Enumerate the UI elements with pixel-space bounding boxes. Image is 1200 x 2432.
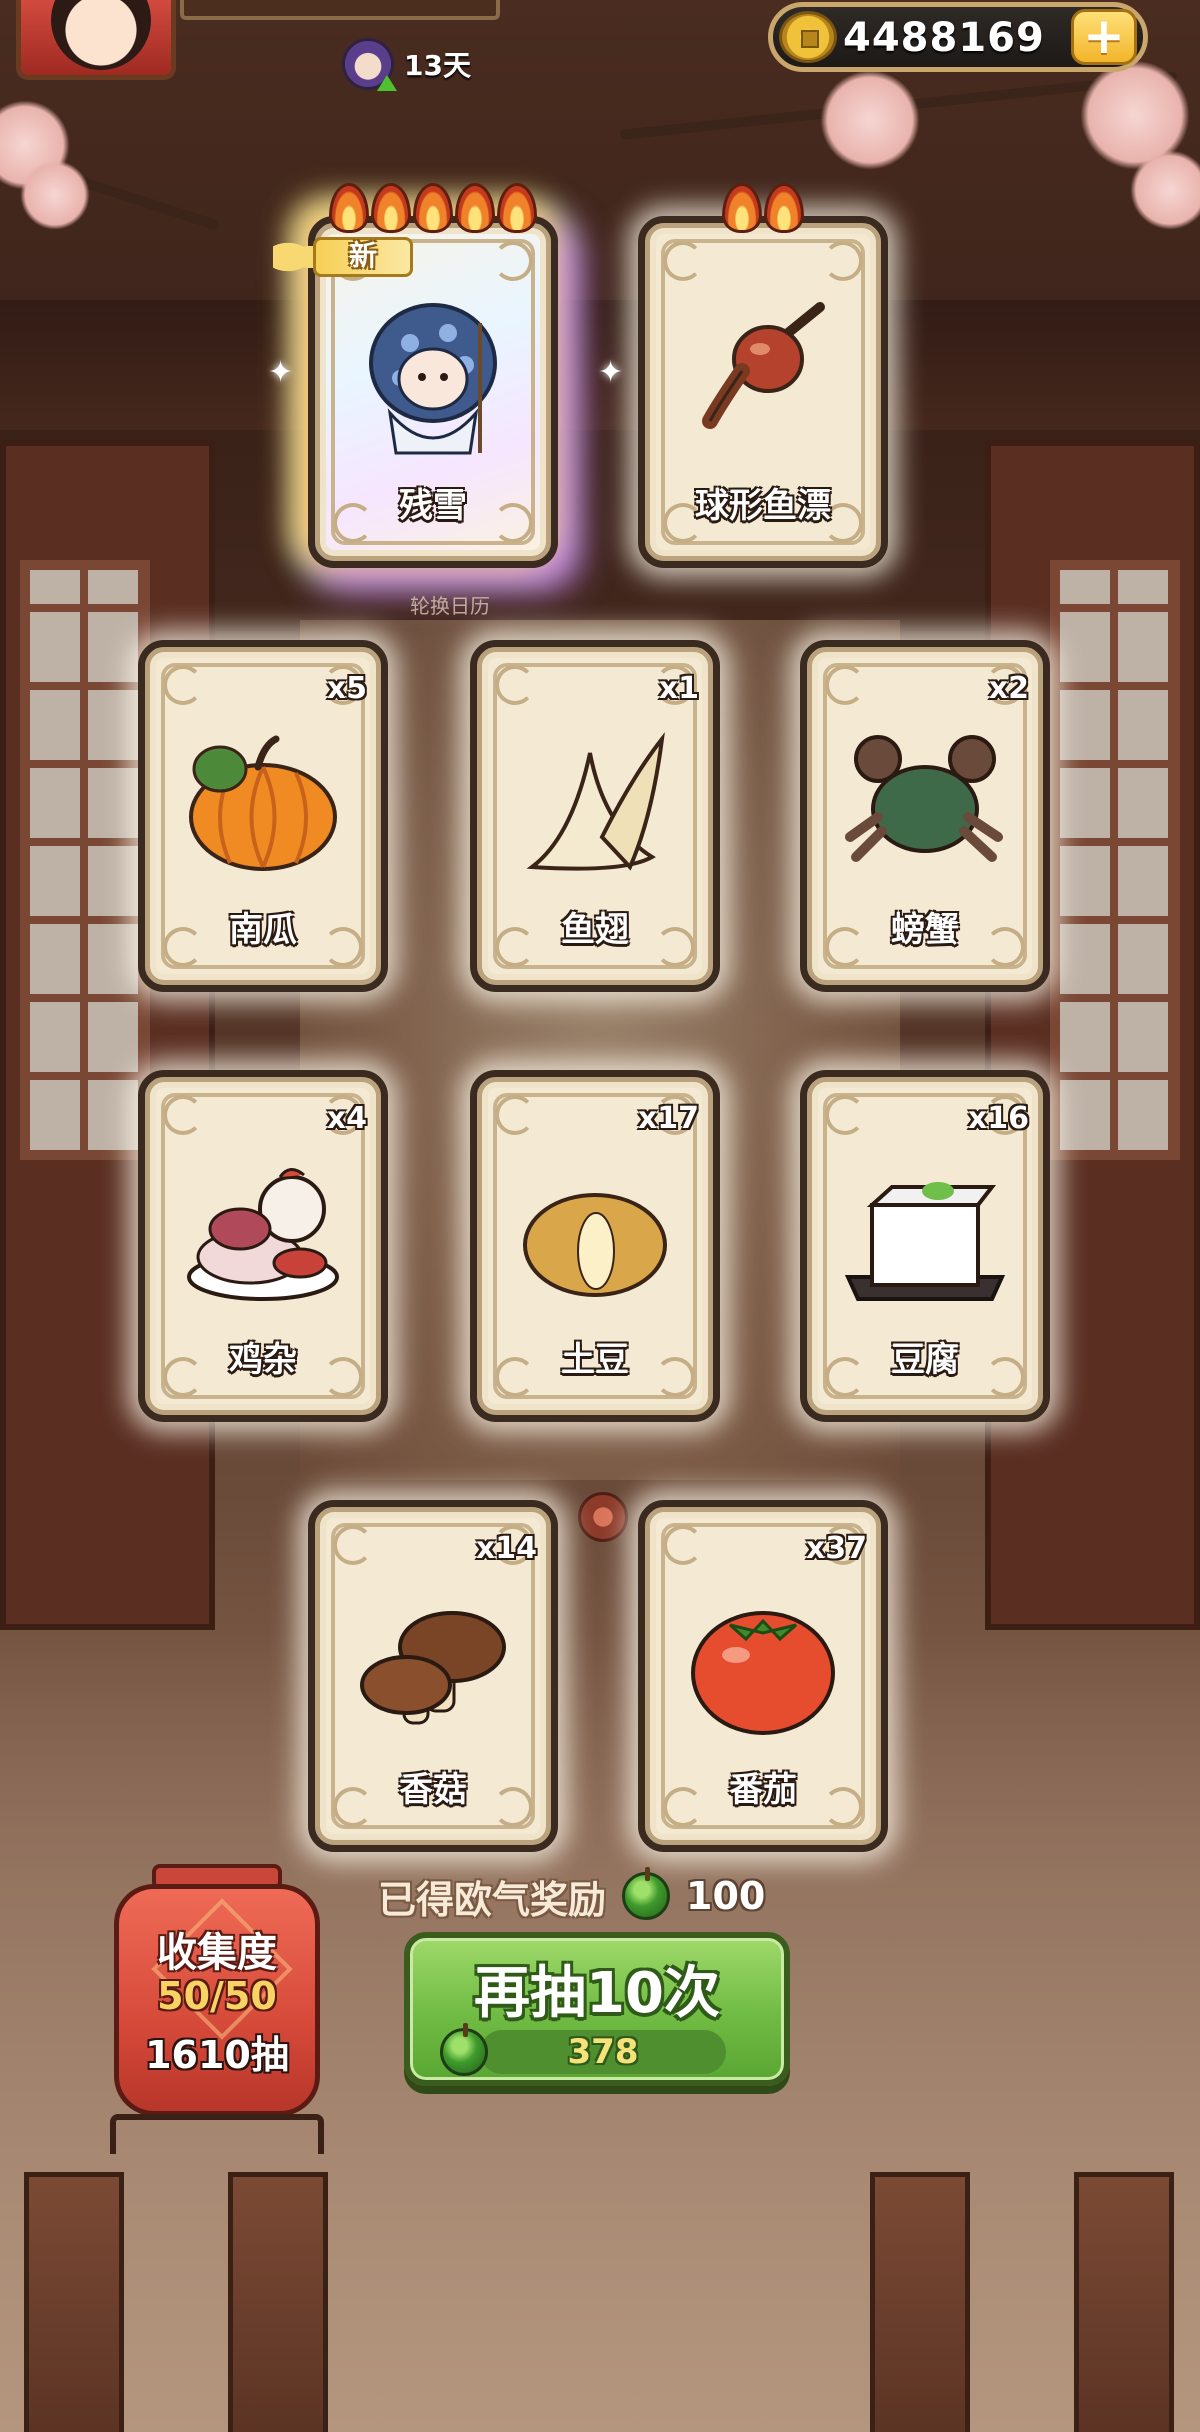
card-cancan[interactable]: 新 残雪 <box>273 183 558 568</box>
total-draws: 1610抽 <box>145 2033 289 2077</box>
flame-icon <box>371 183 411 233</box>
draw-again-label: 再抽10次 <box>474 1961 720 2026</box>
card-count: x17 <box>637 1101 699 1136</box>
avatar-face <box>51 0 151 70</box>
card-name: 球形鱼漂 <box>695 486 831 526</box>
card-name: 土豆 <box>561 1340 629 1380</box>
days-indicator[interactable]: 13天 <box>342 38 471 91</box>
window-lattice-left <box>20 560 150 1160</box>
sparkle-icon: ✦ <box>598 355 624 390</box>
fence-post <box>870 2172 970 2432</box>
card-count: x5 <box>326 671 367 706</box>
rotation-calendar-label: 轮换日历 <box>410 594 490 618</box>
new-badge: 新 <box>273 229 423 281</box>
card-name: 鸡杂 <box>229 1340 297 1380</box>
lantern-stand <box>110 2114 324 2154</box>
card-shiitake[interactable]: x14 香菇 <box>308 1500 558 1852</box>
draw-cost-value: 378 <box>567 2032 639 2072</box>
card-tofu[interactable]: x16 豆腐 <box>800 1070 1050 1422</box>
fence-post <box>1074 2172 1174 2432</box>
flame-icon <box>722 183 762 233</box>
card-count: x2 <box>988 671 1029 706</box>
tofu-icon <box>844 1182 1006 1301</box>
reward-value: 100 <box>686 1874 766 1918</box>
pumpkin-icon <box>189 735 337 871</box>
flame-icon <box>329 183 369 233</box>
copper-coin-icon <box>779 11 837 63</box>
reward-label: 已得欧气奖励 <box>378 1877 607 1922</box>
rarity-flames <box>645 183 881 233</box>
character-level-icon <box>342 38 397 91</box>
fishing-float-icon <box>702 302 825 429</box>
window-lattice-right <box>1050 560 1180 1160</box>
add-coins-button[interactable]: + <box>1071 9 1137 65</box>
flame-icon <box>497 183 537 233</box>
card-name: 豆腐 <box>891 1340 959 1380</box>
card-name: 香菇 <box>399 1770 467 1810</box>
new-badge-label: 新 <box>313 237 413 277</box>
flame-icon <box>455 183 495 233</box>
fence-post <box>228 2172 328 2432</box>
coin-balance: 4488169 + <box>768 2 1148 72</box>
chicken-giblets-icon <box>187 1168 339 1301</box>
collection-progress: 50/50 <box>157 1974 277 2018</box>
player-avatar[interactable] <box>16 0 176 80</box>
shark-fin-icon <box>526 732 665 871</box>
shiitake-mushroom-icon <box>360 1611 506 1725</box>
tomato-icon <box>691 1611 835 1735</box>
flame-icon <box>413 183 453 233</box>
earned-luck-reward: 已得欧气奖励 100 <box>378 1867 766 1924</box>
card-count: x4 <box>326 1101 367 1136</box>
draw-cost: 378 <box>440 2023 726 2076</box>
days-count: 13天 <box>404 49 471 82</box>
sparkle-icon: ✦ <box>268 355 294 390</box>
card-name: 残雪 <box>399 486 467 526</box>
card-name: 螃蟹 <box>891 910 959 950</box>
decorative-knot-icon <box>578 1492 628 1542</box>
card-fishing-float[interactable]: 球形鱼漂 <box>638 183 888 568</box>
card-name: 鱼翅 <box>561 910 629 950</box>
potato-icon <box>523 1193 667 1297</box>
card-pumpkin[interactable]: x5 南瓜 <box>138 640 388 992</box>
card-name: 南瓜 <box>229 910 297 950</box>
card-crab[interactable]: x2 螃蟹 <box>800 640 1050 992</box>
collection-title: 收集度 <box>157 1930 277 1976</box>
blossom-flower <box>20 160 90 230</box>
card-count: x16 <box>967 1101 1029 1136</box>
card-shark-fin[interactable]: x1 鱼翅 <box>470 640 720 992</box>
card-count: x1 <box>658 671 699 706</box>
rarity-flames <box>315 183 551 233</box>
coin-amount: 4488169 <box>843 15 1045 61</box>
blossom-flower <box>820 70 920 170</box>
card-name: 番茄 <box>729 1770 797 1810</box>
green-apple-icon <box>622 1867 671 1920</box>
player-name-plate <box>180 0 500 20</box>
card-tomato[interactable]: x37 番茄 <box>638 1500 888 1852</box>
fence-post <box>24 2172 124 2432</box>
card-potato[interactable]: x17 土豆 <box>470 1070 720 1422</box>
crab-icon <box>845 735 1003 862</box>
snow-spirit-character-icon <box>369 303 497 455</box>
card-count: x37 <box>805 1531 867 1566</box>
collection-lantern[interactable]: 收集度 50/50 1610抽 <box>110 1864 324 2154</box>
flame-icon <box>764 183 804 233</box>
draw-again-button[interactable]: 再抽10次 378 <box>404 1932 790 2086</box>
blossom-flower <box>1130 150 1200 230</box>
card-chicken-giblets[interactable]: x4 鸡杂 <box>138 1070 388 1422</box>
card-count: x14 <box>475 1531 537 1566</box>
